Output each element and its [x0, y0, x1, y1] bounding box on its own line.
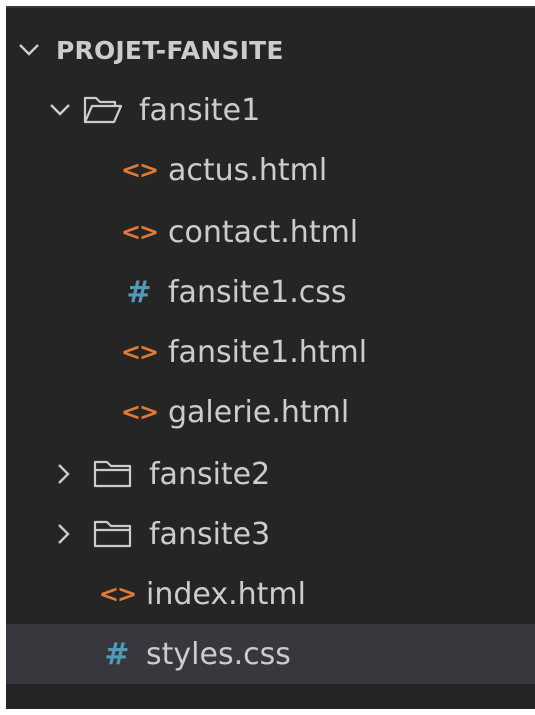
file-label: fansite1.html [168, 334, 368, 370]
html-file-icon: <> [98, 580, 137, 608]
file-styles-css[interactable]: # styles.css [6, 624, 535, 684]
file-label: styles.css [146, 636, 291, 672]
folder-label: fansite3 [149, 516, 271, 552]
file-label: fansite1.css [168, 274, 347, 310]
chevron-right-icon[interactable] [51, 521, 77, 547]
chevron-down-icon[interactable] [16, 37, 42, 63]
file-index-html[interactable]: <> index.html [6, 564, 535, 624]
folder-open-icon [83, 95, 123, 125]
file-label: index.html [146, 576, 306, 612]
folder-label: fansite1 [139, 92, 261, 128]
file-fansite1-css[interactable]: # fansite1.css [6, 262, 535, 322]
file-label: galerie.html [168, 394, 350, 430]
folder-fansite1[interactable]: fansite1 [6, 80, 535, 140]
file-contact-html[interactable]: <> contact.html [6, 202, 535, 262]
folder-fansite3[interactable]: fansite3 [6, 504, 535, 564]
html-file-icon: <> [120, 218, 159, 246]
file-galerie-html[interactable]: <> galerie.html [6, 382, 535, 442]
folder-fansite2[interactable]: fansite2 [6, 444, 535, 504]
file-actus-html[interactable]: <> actus.html [6, 140, 535, 200]
file-explorer: PROJET-FANSITE fansite1 <> actus.html <>… [6, 6, 535, 709]
html-file-icon: <> [120, 156, 159, 184]
folder-icon [93, 459, 133, 489]
file-label: contact.html [168, 214, 359, 250]
explorer-root-projet-fansite[interactable]: PROJET-FANSITE [6, 20, 535, 80]
html-file-icon: <> [120, 398, 159, 426]
file-fansite1-html[interactable]: <> fansite1.html [6, 322, 535, 382]
folder-icon [93, 519, 133, 549]
folder-label: fansite2 [149, 456, 271, 492]
css-file-icon: # [104, 636, 130, 672]
chevron-down-icon[interactable] [47, 97, 73, 123]
html-file-icon: <> [120, 338, 159, 366]
file-label: actus.html [168, 152, 328, 188]
explorer-root-label: PROJET-FANSITE [56, 35, 284, 65]
css-file-icon: # [126, 274, 152, 310]
chevron-right-icon[interactable] [51, 461, 77, 487]
panel-top-border [6, 6, 535, 8]
